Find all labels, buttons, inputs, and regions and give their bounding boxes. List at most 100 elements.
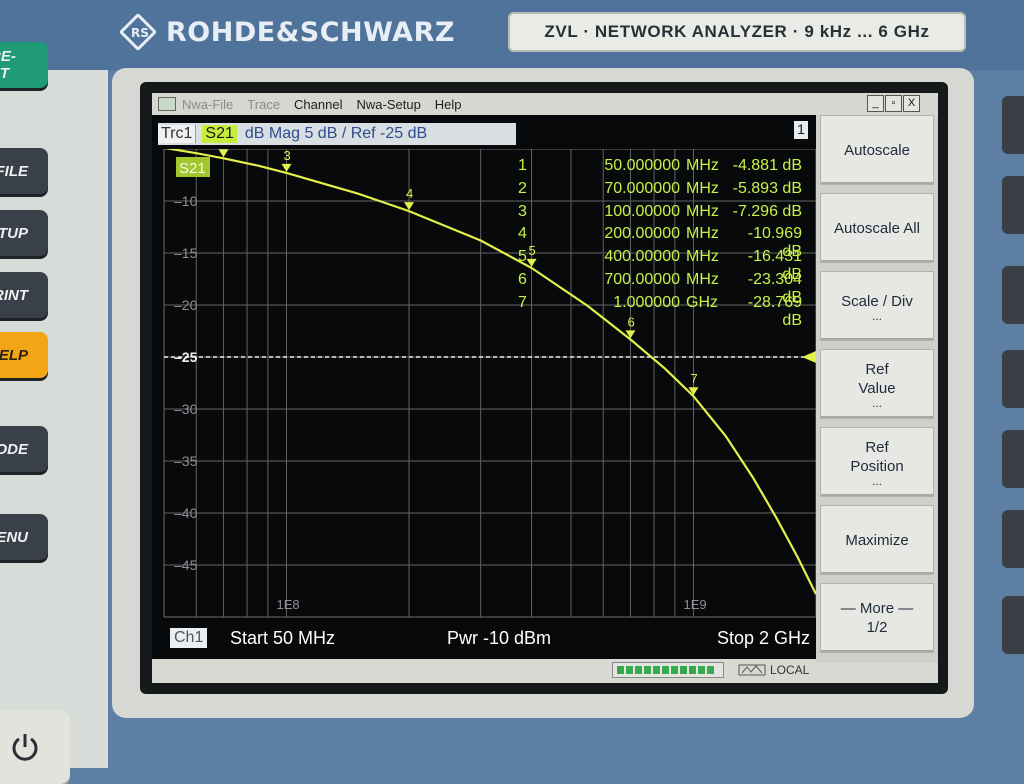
svg-text:RS: RS bbox=[131, 26, 149, 40]
softkey-label: Maximize bbox=[845, 531, 909, 549]
y-tick-label: –40 bbox=[174, 505, 198, 521]
marker-number: 3 bbox=[518, 202, 527, 220]
softkey-label: Scale / Div bbox=[841, 292, 913, 310]
instrument-top-bezel: RS ROHDE&SCHWARZ ZVL · NETWORK ANALYZER … bbox=[0, 0, 1024, 70]
brand: RS ROHDE&SCHWARZ bbox=[120, 14, 455, 50]
marker-number: 7 bbox=[518, 293, 527, 311]
x-tick-label: 1E9 bbox=[683, 597, 706, 612]
softkey-more[interactable]: — More — 1/2 bbox=[820, 583, 934, 653]
y-tick-label: –30 bbox=[174, 401, 198, 417]
marker-unit: MHz bbox=[686, 248, 719, 266]
marker-row: 5 400.00000 MHz -16.431 dB bbox=[518, 248, 802, 283]
marker-unit: MHz bbox=[686, 225, 719, 243]
marker-number: 2 bbox=[518, 179, 527, 197]
preset-button[interactable]: PRE-SET bbox=[0, 42, 48, 88]
softkey-label: Autoscale All bbox=[834, 219, 920, 237]
softkey-label: Ref Position bbox=[850, 439, 904, 475]
marker-info-table: 1 50.000000 MHz -4.881 dB 2 70.000000 MHz -5.8… bbox=[518, 157, 802, 329]
softkey-dialog-dots: ... bbox=[871, 308, 882, 323]
help-button[interactable]: HELP bbox=[0, 332, 48, 378]
mode-button[interactable]: MODE bbox=[0, 426, 48, 472]
menu-help[interactable]: Help bbox=[435, 97, 462, 112]
menu-nwa-file[interactable]: Nwa-File bbox=[182, 97, 233, 112]
trace-header[interactable]: Trc1 S21 dB Mag 5 dB / Ref -25 dB bbox=[158, 123, 516, 145]
hardkey-2[interactable] bbox=[1002, 176, 1024, 234]
marker-triangle bbox=[281, 163, 292, 172]
hardkey-7[interactable] bbox=[1002, 596, 1024, 654]
marker-number: 5 bbox=[518, 248, 527, 266]
marker-label: 6 bbox=[627, 314, 634, 329]
reference-marker bbox=[802, 351, 816, 363]
brand-name: ROHDE&SCHWARZ bbox=[166, 16, 455, 48]
remote-state-label: LOCAL bbox=[770, 663, 810, 677]
restore-button[interactable]: ▫ bbox=[885, 95, 902, 112]
channel-label[interactable]: Ch1 bbox=[170, 628, 208, 648]
marker-frequency: 70.000000 bbox=[604, 179, 680, 197]
marker-value: -5.893 dB bbox=[732, 179, 802, 197]
setup-button[interactable]: SETUP bbox=[0, 210, 48, 256]
hardkey-3[interactable] bbox=[1002, 266, 1024, 324]
app-window-icon bbox=[158, 97, 176, 111]
hardkey-6[interactable] bbox=[1002, 510, 1024, 568]
softkey-scale-div[interactable]: Scale / Div... bbox=[820, 271, 934, 341]
y-tick-label: –35 bbox=[174, 453, 198, 469]
trace-parameter[interactable]: S21 bbox=[202, 125, 237, 143]
menu-nwa-setup[interactable]: Nwa-Setup bbox=[356, 97, 420, 112]
softkey-panel: Autoscale Autoscale All Scale / Div... R… bbox=[816, 115, 938, 663]
hardkey-4[interactable] bbox=[1002, 350, 1024, 408]
marker-row: 7 1.000000 GHz -28.769 dB bbox=[518, 293, 802, 329]
softkey-autoscale-all[interactable]: Autoscale All bbox=[820, 193, 934, 263]
source-power[interactable]: Pwr -10 dBm bbox=[447, 628, 551, 649]
y-tick-label: –15 bbox=[174, 245, 198, 261]
hardkey-5[interactable] bbox=[1002, 430, 1024, 488]
softkey-dialog-dots: ... bbox=[871, 396, 882, 410]
power-button[interactable] bbox=[0, 710, 70, 784]
marker-frequency: 200.00000 bbox=[604, 225, 680, 243]
minimize-button[interactable]: _ bbox=[867, 95, 884, 112]
marker-unit: MHz bbox=[686, 270, 719, 288]
marker-unit: MHz bbox=[686, 179, 719, 197]
marker-label: 3 bbox=[284, 149, 291, 163]
menu-bar: Nwa-File Trace Channel Nwa-Setup Help _ … bbox=[152, 93, 938, 115]
menu-channel[interactable]: Channel bbox=[294, 97, 342, 112]
trace-label[interactable]: Trc1 bbox=[158, 125, 197, 143]
softkey-maximize[interactable]: Maximize bbox=[820, 505, 934, 575]
print-button[interactable]: PRINT bbox=[0, 272, 48, 318]
marker-value: -10.969 dB bbox=[747, 225, 802, 261]
hardkey-1[interactable] bbox=[1002, 96, 1024, 154]
rohde-schwarz-logo-icon: RS bbox=[120, 14, 156, 50]
marker-value: -4.881 dB bbox=[732, 157, 802, 174]
softkey-autoscale[interactable]: Autoscale bbox=[820, 115, 934, 185]
diagram-number: 1 bbox=[794, 121, 808, 139]
x-tick-label: 1E8 bbox=[277, 597, 300, 612]
menu-trace[interactable]: Trace bbox=[247, 97, 280, 112]
softkey-label: — More — 1/2 bbox=[840, 600, 914, 636]
start-frequency[interactable]: Start 50 MHz bbox=[230, 628, 335, 649]
close-button[interactable]: X bbox=[903, 95, 920, 112]
marker-value: -28.769 dB bbox=[747, 293, 802, 329]
marker-row: 1 50.000000 MHz -4.881 dB bbox=[518, 157, 802, 180]
marker-frequency: 400.00000 bbox=[604, 248, 680, 266]
marker-unit: MHz bbox=[686, 157, 719, 174]
y-tick-label: –20 bbox=[174, 297, 198, 313]
power-icon bbox=[12, 734, 38, 761]
marker-frequency: 1.000000 bbox=[613, 293, 680, 311]
model-plate: ZVL · NETWORK ANALYZER · 9 kHz ... 6 GHz bbox=[508, 12, 966, 52]
trace-tag-label: S21 bbox=[179, 160, 206, 177]
marker-unit: GHz bbox=[686, 293, 718, 311]
softkey-ref-position[interactable]: Ref Position... bbox=[820, 427, 934, 497]
softkey-ref-value[interactable]: Ref Value... bbox=[820, 349, 934, 419]
marker-label: 4 bbox=[406, 186, 413, 201]
marker-frequency: 700.00000 bbox=[604, 270, 680, 288]
hardware-button-panel: PRE-SET FILE SETUP PRINT HELP MODE MENU bbox=[0, 42, 108, 784]
analyzer-screen: Nwa-File Trace Channel Nwa-Setup Help _ … bbox=[152, 93, 938, 683]
softkey-label: Ref Value bbox=[858, 361, 896, 397]
marker-row: 4 200.00000 MHz -10.969 dB bbox=[518, 225, 802, 261]
menu-button[interactable]: MENU bbox=[0, 514, 48, 560]
marker-row: 6 700.00000 MHz -23.304 dB bbox=[518, 270, 802, 306]
remote-control-icon bbox=[738, 664, 766, 676]
marker-number: 1 bbox=[518, 157, 527, 174]
file-button[interactable]: FILE bbox=[0, 148, 48, 194]
sweep-progress-indicator bbox=[612, 662, 724, 678]
stop-frequency[interactable]: Stop 2 GHz bbox=[717, 628, 810, 649]
